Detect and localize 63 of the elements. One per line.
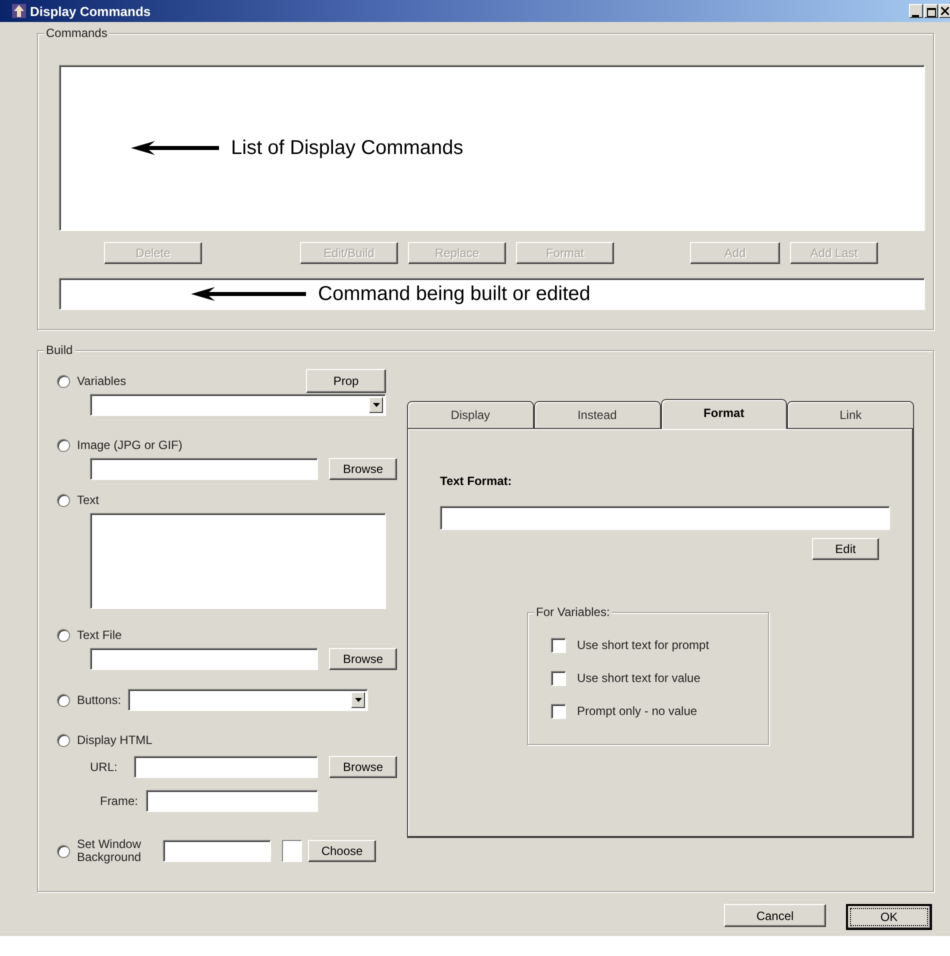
maximize-button[interactable] [924, 4, 938, 18]
radio-button[interactable] [57, 494, 70, 506]
close-button[interactable] [939, 4, 950, 18]
dialog-button[interactable]: Cancel [724, 904, 826, 927]
option-label: Set Window Background [77, 838, 142, 864]
checkbox[interactable] [551, 704, 566, 718]
text-format-field[interactable] [440, 506, 890, 530]
app-icon [12, 4, 26, 18]
tab[interactable]: Format [660, 399, 788, 429]
option-label: Buttons: [77, 693, 122, 707]
dialog-button[interactable]: OK [846, 904, 932, 930]
option-label: Text [77, 493, 100, 507]
option-label: Display HTML [77, 733, 152, 747]
annotation-text: Command being built or edited [318, 282, 590, 306]
checkbox-label: Prompt only - no value [577, 704, 698, 718]
edit-button[interactable]: Edit [812, 538, 879, 560]
group-label: Build [44, 343, 75, 357]
group-label: Commands [44, 26, 110, 40]
browse-button[interactable]: Browse [329, 756, 397, 778]
field-label: URL: [90, 760, 118, 774]
dropdown-arrow-icon [354, 698, 362, 702]
radio-button[interactable] [57, 694, 70, 706]
text-field[interactable] [163, 840, 271, 862]
radio-button[interactable] [57, 734, 70, 746]
dropdown-field[interactable] [128, 689, 368, 711]
arrow-icon [191, 287, 306, 301]
text-field[interactable] [134, 756, 318, 778]
browse-button[interactable]: Browse [329, 648, 397, 670]
maximize-icon [926, 8, 936, 17]
tab[interactable]: Instead [534, 401, 660, 428]
browse-button[interactable]: Browse [329, 458, 397, 480]
annotation-text: List of Display Commands [231, 136, 464, 160]
checkbox[interactable] [551, 638, 566, 652]
dropdown-field[interactable] [90, 394, 386, 416]
text-field[interactable] [90, 458, 318, 480]
command-field[interactable]: Command being built or edited [59, 278, 925, 310]
field-label: Text Format: [440, 474, 513, 488]
close-icon [941, 7, 949, 15]
arrow-icon [131, 141, 219, 155]
checkbox-label: Use short text for value [577, 671, 700, 685]
minimize-button[interactable] [909, 4, 923, 18]
checkbox-label: Use short text for prompt [577, 638, 710, 652]
text-field[interactable] [146, 790, 318, 812]
tab[interactable]: Link [787, 401, 914, 428]
dropdown-arrow-icon [372, 403, 380, 407]
choose-button[interactable]: Choose [308, 840, 376, 862]
radio-button[interactable] [57, 628, 70, 642]
checkbox[interactable] [551, 670, 566, 686]
radio-button[interactable] [57, 844, 70, 858]
radio-button[interactable] [57, 438, 70, 452]
window-title: Display Commands [30, 4, 151, 18]
prop-button[interactable]: Prop [306, 369, 386, 393]
option-label: Variables [77, 374, 126, 388]
group-label: For Variables: [534, 605, 612, 619]
option-label: Image (JPG or GIF) [77, 438, 182, 452]
tab[interactable]: Display [407, 401, 534, 428]
commands-list[interactable]: List of Display Commands [59, 65, 925, 231]
option-label: Text File [77, 628, 122, 642]
text-area[interactable] [90, 513, 386, 609]
field-label: Frame: [98, 794, 139, 808]
color-swatch[interactable] [282, 840, 302, 862]
text-field[interactable] [90, 648, 318, 670]
radio-button[interactable] [57, 374, 70, 388]
